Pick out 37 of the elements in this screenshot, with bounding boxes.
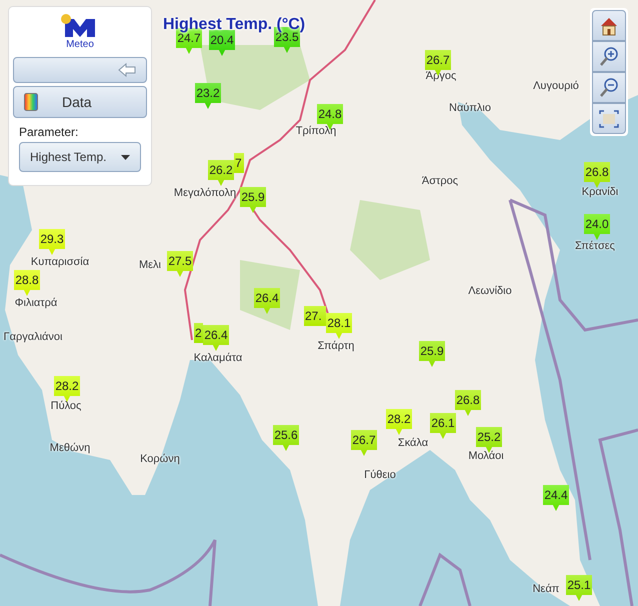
place-label: Λυγουριό: [533, 80, 579, 92]
place-label: Μεθώνη: [50, 442, 90, 454]
place-label: Ναύπλιο: [449, 102, 491, 114]
place-label: Καλαμάτα: [194, 352, 242, 364]
zoom-in-icon: [598, 46, 620, 68]
place-label: Γαργαλιάνοι: [4, 331, 62, 343]
place-label: Κυπαρισσία: [30, 256, 90, 268]
zoom-out-icon: [598, 76, 620, 98]
parameter-label: Parameter:: [18, 124, 80, 139]
temperature-marker[interactable]: 27.: [304, 306, 326, 326]
place-label: Μελι: [139, 259, 161, 271]
place-label: Σκάλα: [398, 437, 428, 449]
zoom-out-button[interactable]: [592, 72, 626, 103]
place-label: Άστρος: [422, 175, 458, 187]
place-label: Σπέτσες: [575, 240, 615, 252]
place-label: Μεγαλόπολη: [174, 187, 236, 199]
logo-text: Meteo: [66, 39, 94, 50]
place-label: Κορώνη: [140, 453, 180, 465]
place-label: Γύθειο: [364, 469, 396, 481]
home-button[interactable]: [592, 10, 626, 41]
parameter-dropdown[interactable]: Highest Temp.: [19, 142, 141, 172]
arrow-icon: [118, 63, 136, 77]
caret-icon: [121, 154, 130, 160]
data-button[interactable]: Data: [13, 86, 147, 118]
full-extent-icon: [598, 108, 620, 130]
place-label: Φιλιατρά: [14, 297, 58, 309]
color-scale-icon: [24, 93, 38, 111]
place-label: Νεάπ: [532, 583, 560, 595]
place-label: Κρανίδι: [582, 186, 618, 198]
place-label: Σπάρτη: [318, 340, 354, 352]
place-label: Λεωνίδιο: [468, 285, 512, 297]
temperature-marker[interactable]: 7: [234, 153, 244, 173]
temperature-marker[interactable]: 2: [194, 323, 203, 343]
full-extent-button[interactable]: [592, 103, 626, 134]
zoom-in-button[interactable]: [592, 41, 626, 72]
place-label: Πύλος: [50, 400, 82, 412]
place-label: Μολάοι: [468, 450, 504, 462]
